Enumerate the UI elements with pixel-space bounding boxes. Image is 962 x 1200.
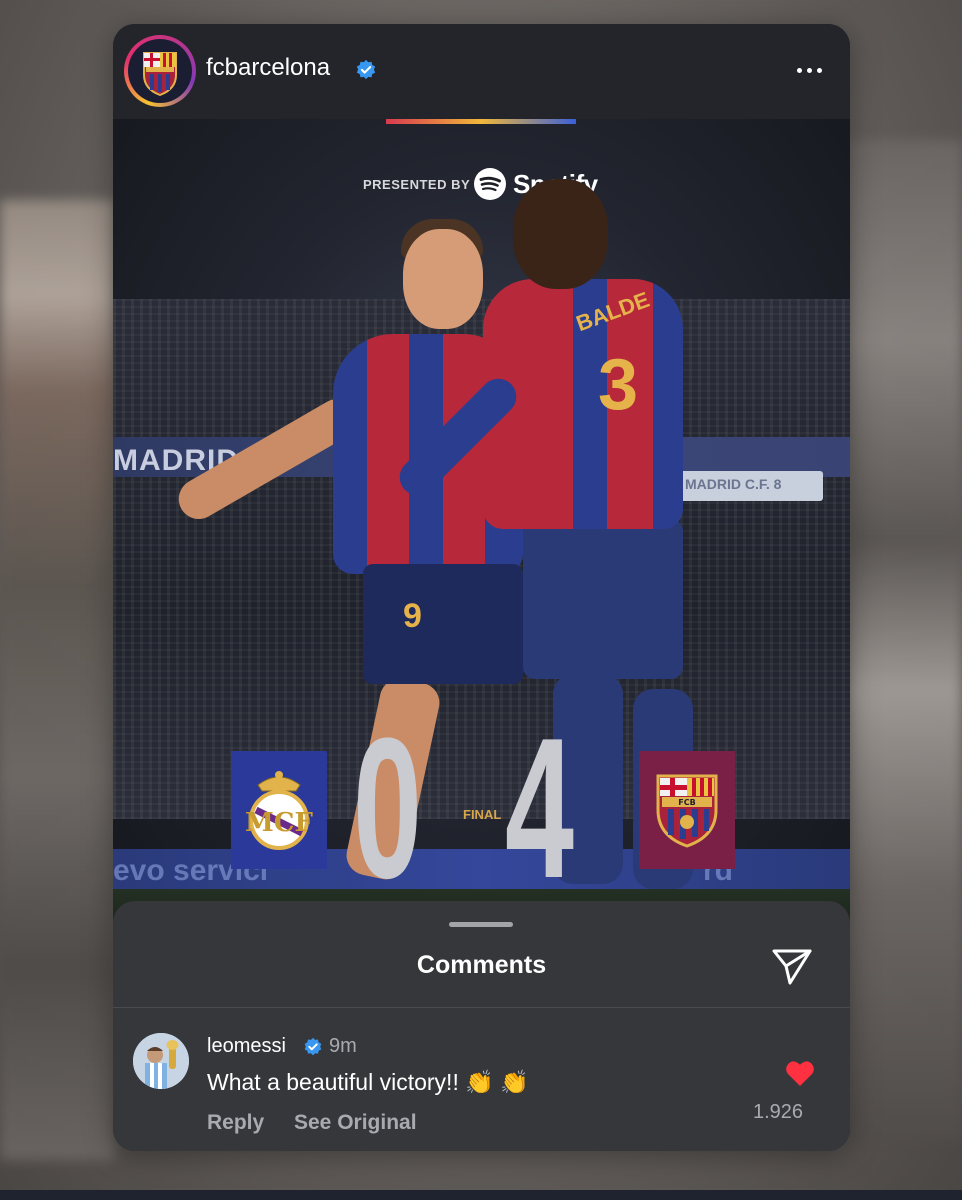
verified-badge-icon: [304, 1037, 322, 1056]
player-right-shorts: [523, 519, 683, 679]
spotify-logo-icon: [474, 168, 506, 200]
more-horizontal-icon[interactable]: [793, 62, 825, 78]
svg-text:MCF: MCF: [245, 808, 313, 838]
comments-sheet: Comments leomessi 9m What a beautiful vi…: [113, 901, 850, 1151]
fc-barcelona-crest-icon: FCB: [656, 774, 718, 848]
comment-like-count: 1.926: [753, 1101, 804, 1123]
ad-board-right-text: MADRID C.F. 8: [685, 476, 782, 492]
bottom-strip: [0, 1190, 962, 1200]
svg-text:FCB: FCB: [678, 798, 695, 807]
fc-barcelona-crest-box: FCB: [639, 751, 735, 869]
post-username[interactable]: fcbarcelona: [206, 54, 330, 82]
player-right-number: 3: [598, 345, 639, 425]
presented-by-label: PRESENTED BY: [363, 177, 471, 192]
gradient-accent-bar: [386, 119, 576, 124]
background-blur-left: [0, 200, 115, 1160]
real-madrid-crest-icon: MCF: [245, 771, 314, 850]
comment-text: What a beautiful victory!! 👏 👏: [207, 1069, 529, 1095]
comments-title: Comments: [416, 951, 547, 979]
post-card: fcbarcelona MADRID C. MADRID C.F. 8 evo …: [113, 24, 850, 1151]
background-blur-right: [847, 140, 962, 1140]
final-label: FINAL: [463, 807, 502, 822]
player-left-head: [403, 229, 483, 329]
commenter-avatar[interactable]: [133, 1033, 189, 1089]
commenter-username[interactable]: leomessi: [207, 1035, 286, 1058]
score-away: 4: [505, 697, 574, 920]
sheet-divider: [113, 1007, 850, 1008]
fcb-logo-avatar: [128, 39, 192, 103]
send-icon[interactable]: [771, 947, 813, 987]
player-left-number: 9: [403, 597, 422, 635]
profile-avatar[interactable]: [124, 35, 196, 107]
post-image[interactable]: MADRID C. MADRID C.F. 8 evo servici rd P…: [113, 119, 850, 924]
player-right-head: [513, 179, 608, 289]
score-home: 0: [353, 697, 422, 920]
real-madrid-crest-box: MCF: [231, 751, 327, 869]
sheet-drag-handle[interactable]: [449, 922, 513, 927]
verified-badge-icon: [356, 59, 376, 80]
post-header: fcbarcelona: [113, 24, 850, 119]
comment-timestamp: 9m: [329, 1035, 357, 1057]
reply-button[interactable]: Reply: [207, 1111, 264, 1135]
heart-icon[interactable]: [785, 1059, 815, 1087]
see-original-button[interactable]: See Original: [294, 1111, 417, 1135]
player-left-shorts: [363, 564, 523, 684]
